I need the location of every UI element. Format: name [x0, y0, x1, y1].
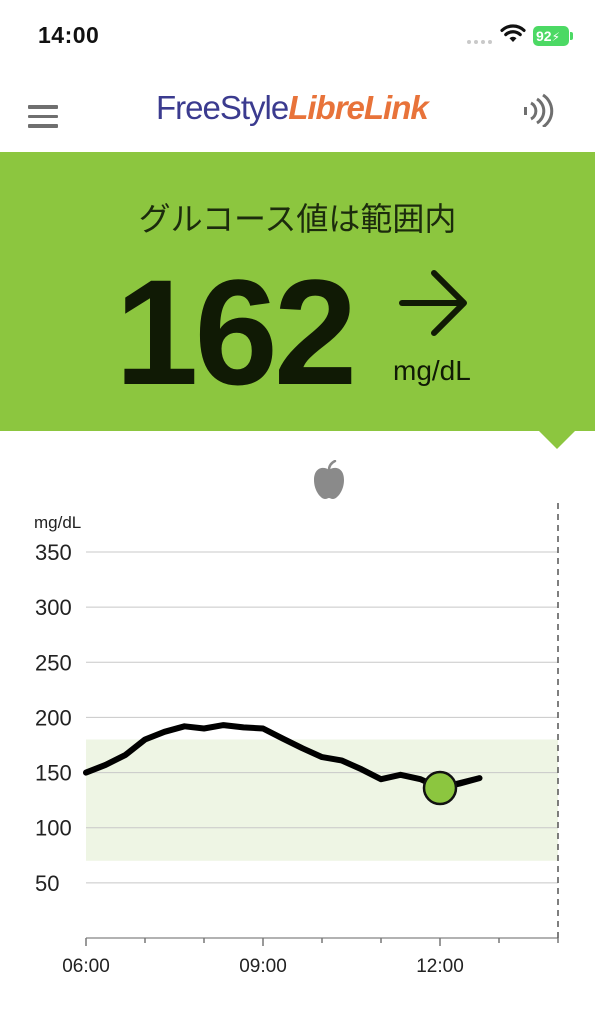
cellular-signal-icon	[467, 40, 493, 44]
logo-librelink: LibreLink	[288, 89, 429, 126]
y-tick-label: 250	[35, 650, 72, 675]
y-tick-label: 150	[35, 761, 72, 786]
battery-level: 92	[536, 28, 552, 44]
glucose-status-message: グルコース値は範囲内	[138, 201, 457, 237]
glucose-unit: mg/dL	[393, 355, 471, 386]
y-axis-unit-label: mg/dL	[34, 513, 81, 532]
y-tick-label: 300	[35, 595, 72, 620]
logo-freestyle: FreeStyle	[156, 89, 289, 126]
x-tick-label: 06:00	[62, 956, 110, 977]
app-header: FreeStyleLibreLink	[0, 75, 595, 151]
glucose-reading-panel: グルコース値は範囲内 162 mg/dL	[0, 152, 595, 431]
app-logo: FreeStyleLibreLink	[156, 89, 429, 127]
y-tick-label: 350	[35, 540, 72, 565]
battery-indicator: 92⚡	[533, 26, 573, 46]
charging-bolt-icon: ⚡	[551, 30, 561, 44]
y-tick-label: 200	[35, 705, 72, 730]
x-tick-label: 12:00	[416, 956, 464, 977]
trend-arrow-icon	[399, 270, 467, 336]
y-tick-label: 50	[35, 871, 59, 896]
glucose-history-chart: mg/dL 350 300 250 200 150 100 50 06:00 09:00 12:00	[34, 500, 559, 977]
hamburger-menu-icon[interactable]	[28, 105, 58, 129]
current-time-notch	[539, 431, 575, 449]
x-tick-label: 09:00	[239, 956, 287, 977]
y-tick-label: 100	[35, 816, 72, 841]
status-time: 14:00	[38, 22, 100, 48]
current-reading-marker	[422, 770, 458, 806]
wifi-icon	[500, 24, 526, 42]
glucose-value: 162	[115, 248, 357, 416]
apple-icon[interactable]	[312, 460, 346, 500]
status-bar: 14:00 92⚡	[0, 0, 595, 70]
nfc-scan-icon[interactable]	[522, 93, 556, 127]
